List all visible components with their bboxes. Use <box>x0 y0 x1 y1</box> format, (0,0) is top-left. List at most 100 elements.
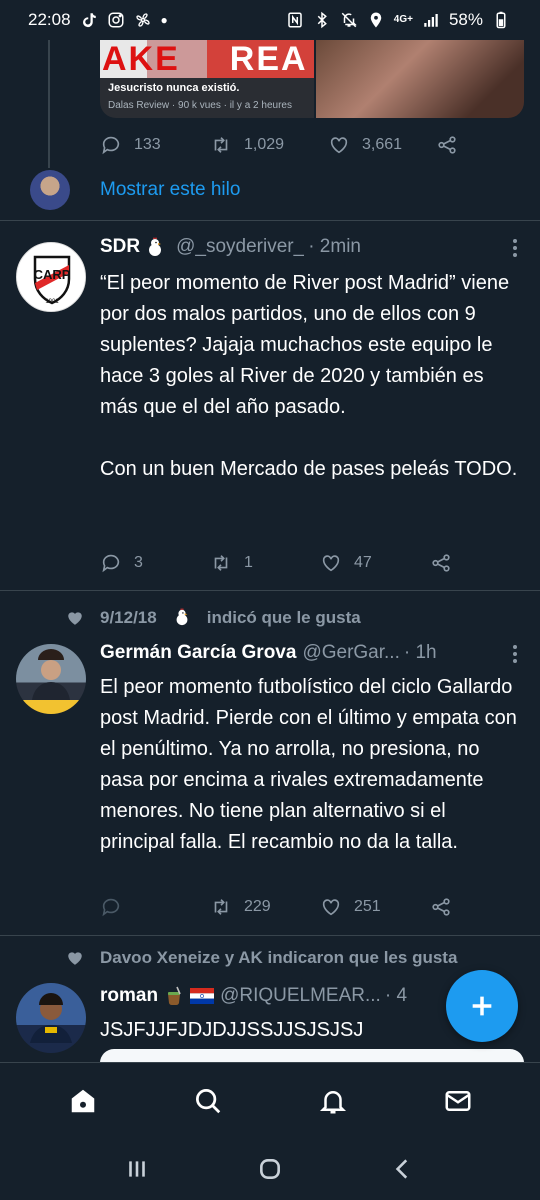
link-card-preview[interactable] <box>100 1049 524 1062</box>
svg-text:CARP: CARP <box>34 267 71 282</box>
retweet-icon <box>214 137 228 153</box>
fan-icon <box>134 11 152 29</box>
river-crest-icon: CARP 1901 <box>18 244 85 311</box>
social-context-text: indicó que le gusta <box>206 608 361 627</box>
home-icon <box>71 1089 94 1112</box>
reply-button[interactable] <box>100 896 210 918</box>
tweet-actions: 3 1 47 <box>100 552 452 574</box>
media-subcaption: Dalas Review · 90 k vues · il y a 2 heur… <box>108 100 292 111</box>
more-options-icon[interactable] <box>512 644 518 664</box>
chicken-emoji-icon <box>173 608 191 628</box>
home-circle-icon <box>260 1159 280 1179</box>
status-bar: 22:08 ● 4G+ 58% <box>0 0 540 40</box>
chicken-emoji-icon <box>146 237 164 257</box>
media-card[interactable]: AKE REA Jesucristo nunca existió. Dalas R… <box>100 40 524 118</box>
instagram-icon <box>107 11 125 29</box>
share-icon <box>432 898 450 916</box>
show-thread-row[interactable]: Mostrar este hilo <box>30 170 240 210</box>
recents-icon <box>128 1161 145 1177</box>
crest-year: 1901 <box>45 299 59 305</box>
avatar[interactable] <box>30 170 70 210</box>
handle[interactable]: @GerGar... <box>302 642 399 664</box>
bluetooth-icon <box>313 11 331 29</box>
person-avatar-icon <box>30 993 72 1043</box>
share-icon <box>438 136 456 154</box>
heart-icon <box>322 555 340 572</box>
share-button[interactable] <box>430 552 452 574</box>
retweet-icon <box>214 555 228 571</box>
video-thumbnail-right[interactable] <box>316 40 524 118</box>
plus-icon <box>472 996 492 1016</box>
display-name[interactable]: SDR <box>100 236 140 258</box>
reply-count: 133 <box>134 136 161 153</box>
retweet-count: 229 <box>244 898 271 915</box>
reply-icon <box>102 898 120 917</box>
battery-percent: 58% <box>448 10 483 29</box>
nav-notifications[interactable] <box>303 1071 363 1131</box>
retweet-button[interactable]: 1 <box>210 552 320 574</box>
tweet-actions: 229 251 <box>100 896 452 918</box>
thumbnail-text-left: AKE <box>102 40 180 78</box>
social-context-text[interactable]: Davoo Xeneize y AK indicaron que les gus… <box>100 948 457 968</box>
like-count: 3,661 <box>362 136 403 153</box>
display-name[interactable]: roman <box>100 985 158 1007</box>
paraguay-flag-icon <box>190 988 215 1004</box>
retweet-count: 1,029 <box>244 136 285 153</box>
retweet-button[interactable]: 229 <box>210 896 320 918</box>
reply-button[interactable]: 3 <box>100 552 210 574</box>
network-type: 4G+ <box>393 14 413 25</box>
status-time: 22:08 <box>28 10 71 29</box>
reply-icon <box>102 554 120 573</box>
share-button[interactable] <box>436 134 458 156</box>
home-system-button[interactable] <box>240 1144 300 1194</box>
recents-button[interactable] <box>107 1144 167 1194</box>
tweet-header: Germán García Grova @GerGar... · 1h <box>100 642 520 664</box>
share-button[interactable] <box>430 896 452 918</box>
tweet-german-garcia-grova[interactable]: 9/12/18 indicó que le gusta Germán Garcí… <box>0 590 540 935</box>
like-count: 47 <box>354 554 372 571</box>
share-icon <box>432 554 450 572</box>
handle[interactable]: @_soyderiver_ <box>176 236 304 258</box>
like-button[interactable]: 47 <box>320 552 430 574</box>
person-avatar-icon <box>32 649 70 700</box>
reply-button[interactable]: 133 <box>100 134 210 156</box>
tweet-sdr[interactable]: CARP 1901 SDR @_soyderiver_ · 2min “El p… <box>0 220 540 590</box>
mute-icon <box>340 11 358 29</box>
nav-messages[interactable] <box>428 1071 488 1131</box>
tweet-header: roman @RIQUELMEAR... · 4 <box>100 985 450 1007</box>
back-button[interactable] <box>373 1144 433 1194</box>
tweet-text[interactable]: El peor momento futbolístico del ciclo G… <box>100 672 525 858</box>
location-icon <box>367 11 385 29</box>
timestamp[interactable]: · 4 <box>385 985 407 1007</box>
retweet-button[interactable]: 1,029 <box>210 134 328 156</box>
notification-dot-icon: ● <box>160 13 168 27</box>
media-caption: Jesucristo nunca existió. <box>108 82 240 94</box>
avatar-river-crest[interactable]: CARP 1901 <box>16 242 86 312</box>
handle[interactable]: @RIQUELMEAR... <box>220 985 381 1007</box>
compose-tweet-button[interactable] <box>446 970 518 1042</box>
messages-icon <box>445 1090 470 1111</box>
retweet-count: 1 <box>244 554 253 571</box>
social-context: 9/12/18 indicó que le gusta <box>66 608 361 628</box>
tweet-text[interactable]: “El peor momento de River post Madrid” v… <box>100 268 525 485</box>
like-button[interactable]: 251 <box>320 896 430 918</box>
back-icon <box>396 1159 408 1179</box>
social-context-date[interactable]: 9/12/18 <box>100 608 157 628</box>
signal-icon <box>422 11 440 29</box>
nav-search[interactable] <box>178 1071 238 1131</box>
like-button[interactable]: 3,661 <box>328 134 436 156</box>
nav-home[interactable] <box>53 1071 113 1131</box>
more-options-icon[interactable] <box>512 238 518 258</box>
video-thumbnail-left[interactable]: AKE REA Jesucristo nunca existió. Dalas R… <box>100 40 314 118</box>
heart-icon <box>322 899 340 916</box>
show-thread-link[interactable]: Mostrar este hilo <box>100 179 240 201</box>
avatar[interactable] <box>16 644 86 714</box>
thread-line <box>48 40 50 168</box>
avatar[interactable] <box>16 983 86 1053</box>
nfc-icon <box>286 11 304 29</box>
display-name[interactable]: Germán García Grova <box>100 642 296 664</box>
timeline-feed[interactable]: AKE REA Jesucristo nunca existió. Dalas R… <box>0 0 540 1062</box>
timestamp[interactable]: · 1h <box>404 642 437 664</box>
timestamp[interactable]: · 2min <box>308 236 361 258</box>
heart-icon <box>330 137 348 154</box>
